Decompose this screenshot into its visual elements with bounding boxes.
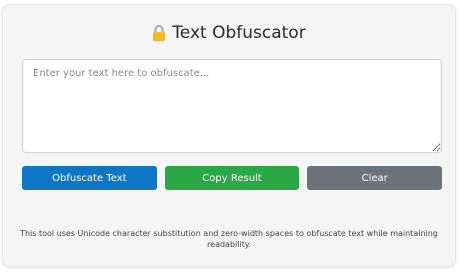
clear-button[interactable]: Clear [307,166,443,190]
obfuscate-button[interactable]: Obfuscate Text [22,166,157,190]
copy-result-button[interactable]: Copy Result [164,166,300,190]
text-input-area [22,59,442,153]
text-input[interactable] [22,59,442,153]
page-title: Text Obfuscator [172,23,306,43]
info-note: This tool uses Unicode character substit… [20,229,438,249]
page-header: Text Obfuscator [3,22,455,44]
action-buttons: Obfuscate Text Copy Result Clear [22,166,443,190]
lock-icon [152,24,166,42]
obfuscator-card: Text Obfuscator Obfuscate Text Copy Resu… [2,4,456,267]
